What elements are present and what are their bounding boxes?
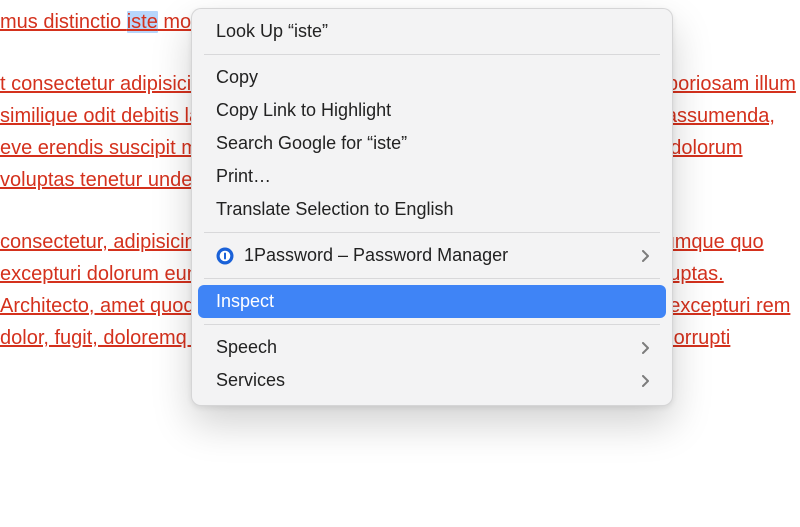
menu-label: 1Password – Password Manager (244, 245, 508, 266)
menu-item-copy-link-highlight[interactable]: Copy Link to Highlight (198, 94, 666, 127)
onepassword-icon (216, 247, 234, 265)
chevron-right-icon (642, 250, 650, 262)
menu-item-inspect[interactable]: Inspect (198, 285, 666, 318)
menu-label: Copy (216, 67, 258, 88)
menu-item-print[interactable]: Print… (198, 160, 666, 193)
context-menu: Look Up “iste” Copy Copy Link to Highlig… (191, 8, 673, 406)
menu-separator (204, 232, 660, 233)
menu-separator (204, 278, 660, 279)
menu-label: Speech (216, 337, 277, 358)
menu-separator (204, 54, 660, 55)
p1-pre: mus distinctio (0, 11, 127, 33)
menu-label: Translate Selection to English (216, 199, 453, 220)
menu-item-search-google[interactable]: Search Google for “iste” (198, 127, 666, 160)
menu-item-services[interactable]: Services (198, 364, 666, 397)
menu-separator (204, 324, 660, 325)
menu-item-copy[interactable]: Copy (198, 61, 666, 94)
menu-item-translate[interactable]: Translate Selection to English (198, 193, 666, 226)
menu-label: Copy Link to Highlight (216, 100, 391, 121)
menu-label: Search Google for “iste” (216, 133, 407, 154)
menu-label: Services (216, 370, 285, 391)
menu-label: Look Up “iste” (216, 21, 328, 42)
menu-label: Print… (216, 166, 271, 187)
menu-item-speech[interactable]: Speech (198, 331, 666, 364)
menu-item-1password[interactable]: 1Password – Password Manager (198, 239, 666, 272)
menu-item-look-up[interactable]: Look Up “iste” (198, 15, 666, 48)
menu-label: Inspect (216, 291, 274, 312)
chevron-right-icon (642, 375, 650, 387)
page-root: mus distinctio iste modi adipisci quam e… (0, 0, 800, 527)
text-selection: iste (127, 11, 158, 33)
chevron-right-icon (642, 342, 650, 354)
